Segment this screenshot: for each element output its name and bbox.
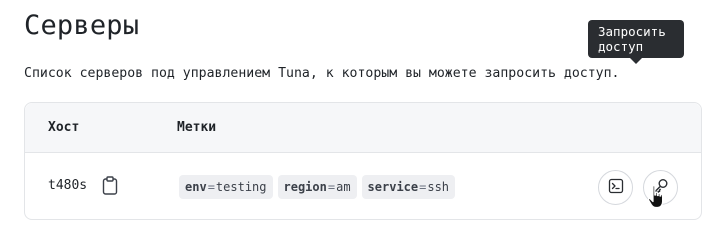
request-access-button[interactable] — [643, 170, 678, 205]
column-header-host: Хост — [48, 120, 80, 135]
tag-env: env = testing — [179, 175, 273, 199]
tag-value: am — [336, 180, 351, 194]
tag-key: region — [283, 180, 327, 194]
tag-service: service = ssh — [361, 175, 456, 199]
open-terminal-button[interactable] — [598, 170, 633, 205]
tag-value: ssh — [427, 180, 450, 194]
key-icon — [652, 177, 670, 199]
servers-table: Хост Метки t480s env = testing region = am — [24, 102, 702, 220]
request-access-tooltip: Запросить доступ — [588, 20, 684, 58]
column-header-tags: Метки — [177, 120, 217, 135]
terminal-icon — [608, 178, 624, 198]
tooltip-line-1: Запросить — [598, 24, 666, 39]
tag-region: region = am — [277, 175, 357, 199]
page-subtitle: Список серверов под управлением Tuna, к … — [24, 66, 620, 81]
tooltip-arrow — [630, 58, 642, 64]
host-name: t480s — [48, 178, 88, 193]
tag-value: testing — [215, 180, 267, 194]
tag-key: service — [367, 180, 419, 194]
table-header: Хост Метки — [25, 103, 701, 153]
tag-list: env = testing region = am service = ssh — [179, 175, 456, 199]
page-title: Серверы — [24, 10, 140, 41]
servers-page: Серверы Список серверов под управлением … — [0, 0, 722, 244]
clipboard-icon[interactable] — [102, 176, 118, 195]
tag-key: env — [185, 180, 207, 194]
table-row: t480s env = testing region = am service = ssh — [25, 153, 701, 220]
tooltip-line-2: доступ — [598, 39, 644, 54]
